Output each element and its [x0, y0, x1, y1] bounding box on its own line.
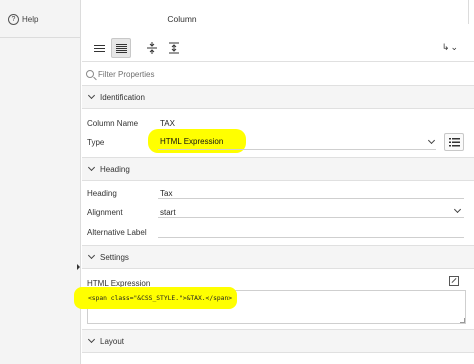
alignment-select[interactable] [158, 204, 464, 218]
collapse-all-icon [147, 42, 157, 54]
column-name-label: Column Name [87, 119, 139, 128]
help-button[interactable]: ? Help [8, 10, 38, 28]
left-sidebar: ? Help [0, 0, 81, 364]
section-identification[interactable]: Identification [82, 85, 474, 109]
property-editor: Column ↳ ⌄ Filter Properties Identificat… [74, 0, 474, 364]
sidebar-divider [0, 37, 80, 38]
open-editor-icon[interactable] [449, 276, 459, 286]
search-icon [86, 70, 94, 78]
section-title: Settings [100, 252, 129, 262]
panel-title: Column [167, 14, 197, 24]
help-label: Help [22, 14, 39, 24]
alternative-label-label: Alternative Label [87, 228, 147, 237]
help-icon: ? [8, 13, 19, 25]
column-name-value: TAX [160, 119, 175, 128]
section-title: Heading [100, 164, 130, 174]
section-title: Identification [100, 92, 145, 102]
section-settings[interactable]: Settings [82, 245, 474, 269]
lines-icon [93, 44, 105, 52]
filter-properties-input[interactable]: Filter Properties [86, 66, 154, 82]
alignment-label: Alignment [87, 208, 123, 217]
alignment-value: start [160, 208, 176, 217]
dense-lines-icon [115, 43, 127, 53]
heading-label: Heading [87, 189, 117, 198]
show-all-button[interactable] [111, 38, 131, 58]
divider [82, 61, 474, 62]
heading-value: Tax [160, 189, 173, 198]
chevron-down-icon [87, 251, 96, 260]
collapse-all-button[interactable] [142, 38, 162, 58]
chevron-down-icon: ⌄ [450, 42, 458, 52]
section-title: Layout [100, 336, 125, 346]
collapse-panel-icon[interactable] [77, 264, 80, 270]
chevron-down-icon [87, 91, 96, 100]
type-value: HTML Expression [160, 137, 224, 146]
chevron-down-icon [87, 163, 96, 172]
go-to-group-icon: ↳ [441, 42, 450, 52]
heading-input[interactable] [158, 185, 464, 199]
toolbar: ↳ ⌄ [82, 34, 474, 60]
expand-all-icon [169, 42, 179, 54]
alternative-label-input[interactable] [158, 224, 464, 238]
list-icon [448, 137, 460, 146]
type-list-button[interactable] [444, 133, 464, 151]
panel-edge [468, 0, 474, 24]
go-to-group-menu[interactable]: ↳ ⌄ [442, 42, 458, 53]
resize-handle-icon[interactable] [460, 318, 465, 323]
filter-placeholder: Filter Properties [98, 69, 155, 79]
type-label: Type [87, 138, 105, 147]
section-heading[interactable]: Heading [82, 157, 474, 181]
section-layout[interactable]: Layout [82, 329, 474, 353]
html-expression-value: <span class="&CSS_STYLE.">&TAX.</span> [88, 295, 233, 302]
expand-all-button[interactable] [164, 38, 184, 58]
chevron-down-icon [87, 335, 96, 344]
show-common-button[interactable] [89, 38, 109, 58]
